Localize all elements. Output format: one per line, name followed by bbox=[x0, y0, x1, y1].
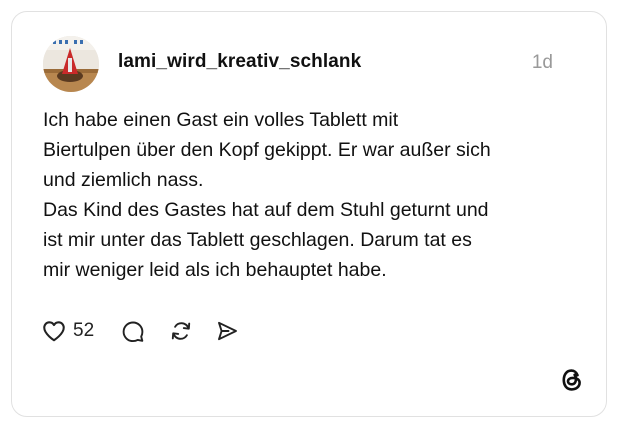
post-card: lami_wird_kreativ_schlank 1d Ich habe ei… bbox=[11, 11, 607, 417]
send-icon bbox=[218, 321, 238, 341]
avatar[interactable] bbox=[43, 36, 99, 92]
post-timestamp: 1d bbox=[531, 52, 553, 73]
username[interactable]: lami_wird_kreativ_schlank bbox=[118, 51, 361, 73]
post-text-line: und ziemlich nass. bbox=[43, 169, 204, 191]
like-button[interactable]: 52 bbox=[41, 318, 94, 344]
post-actions: 52 bbox=[41, 316, 239, 346]
post-text-line: Ich habe einen Gast ein volles Tablett m… bbox=[43, 109, 399, 131]
avatar-image bbox=[43, 36, 99, 92]
post-text: Ich habe einen Gast ein volles Tablett m… bbox=[43, 105, 583, 285]
post-text-line: ist mir unter das Tablett geschlagen. Da… bbox=[43, 229, 472, 251]
comment-button[interactable] bbox=[121, 319, 145, 343]
post-text-line: mir weniger leid als ich behauptet habe. bbox=[43, 259, 387, 281]
like-count: 52 bbox=[73, 320, 95, 341]
heart-icon bbox=[43, 321, 65, 342]
share-button[interactable] bbox=[215, 319, 239, 343]
post-text-line: Das Kind des Gastes hat auf dem Stuhl ge… bbox=[43, 199, 489, 221]
repost-icon bbox=[171, 322, 191, 340]
comment-icon bbox=[122, 321, 144, 343]
post-text-line: Biertulpen über den Kopf gekippt. Er war… bbox=[43, 139, 491, 161]
repost-button[interactable] bbox=[169, 319, 193, 343]
threads-logo-icon bbox=[562, 369, 581, 391]
